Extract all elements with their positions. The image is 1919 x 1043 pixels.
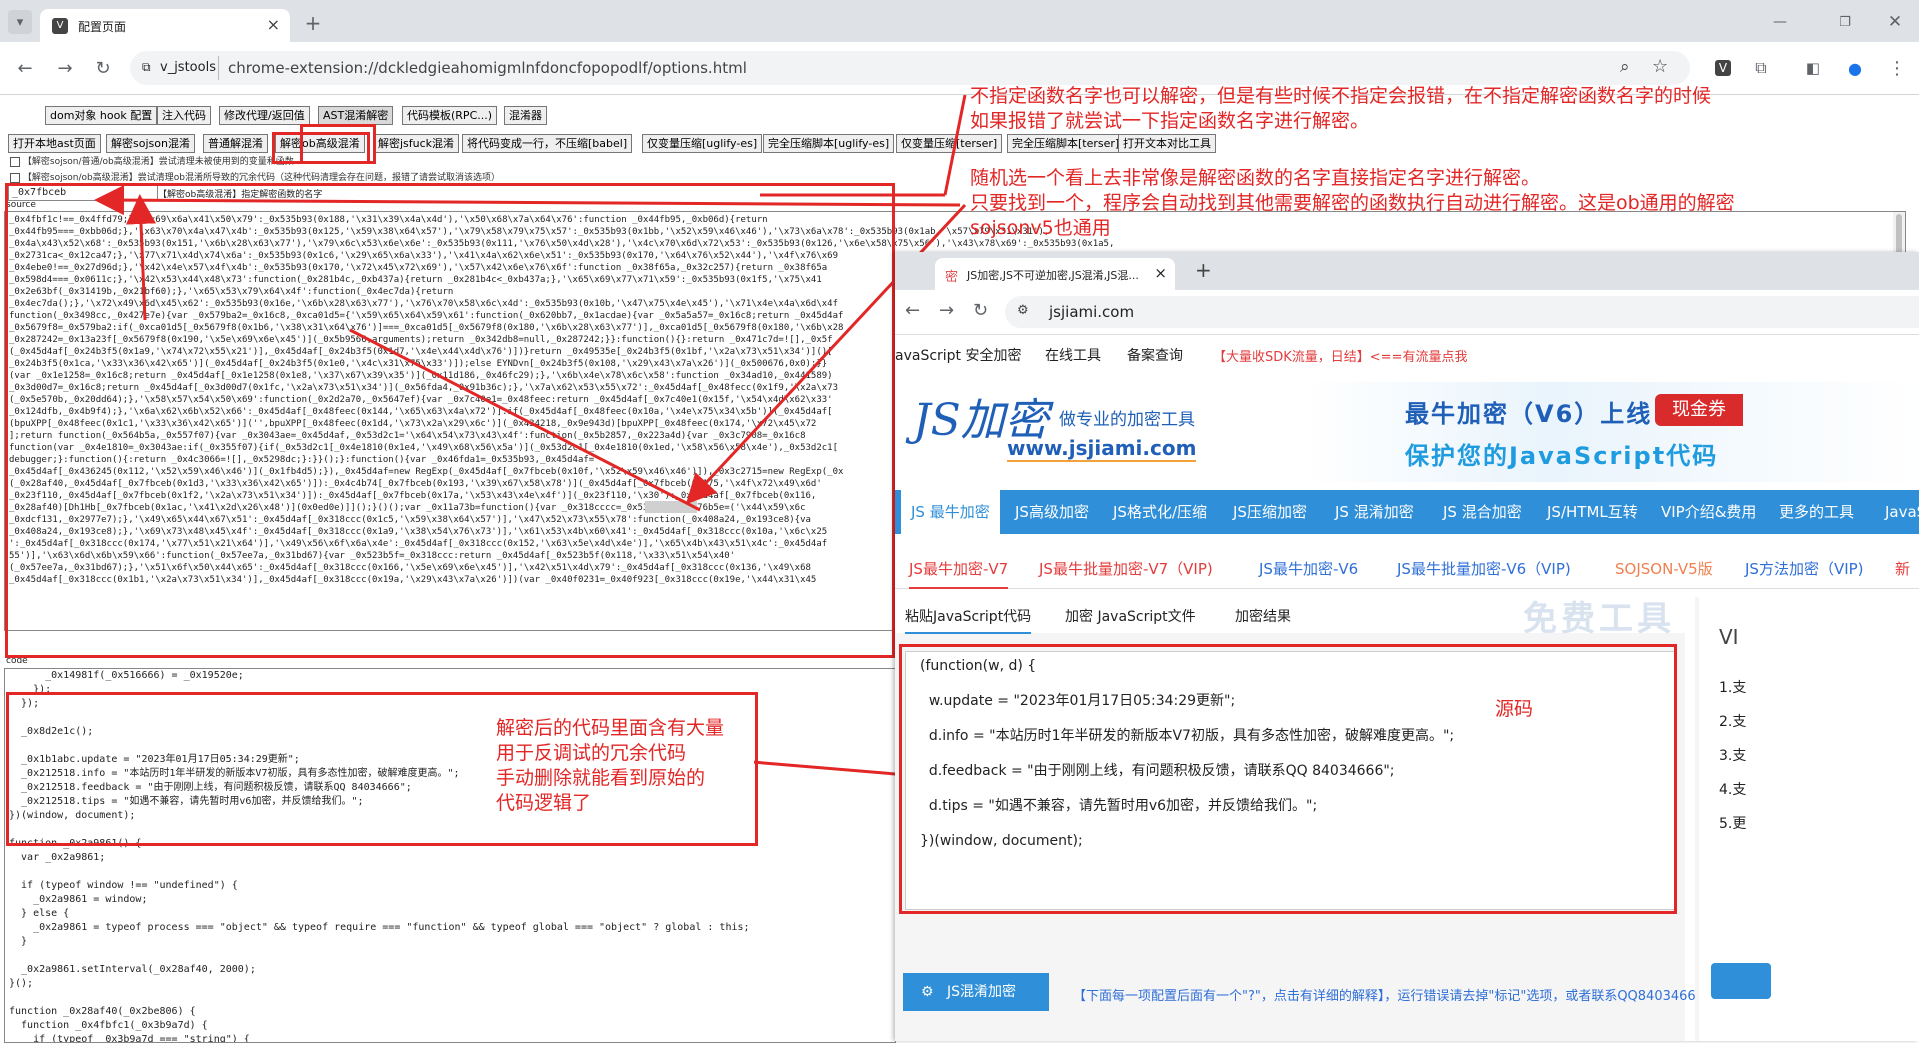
side-item: 4.支 xyxy=(1719,782,1747,798)
arrow-to-input xyxy=(94,185,961,216)
free-tools-watermark: 免费工具 xyxy=(1523,599,1675,639)
vip-side-card: VI 1.支 2.支 3.支 4.支 5.更 xyxy=(1695,597,1919,1041)
side-item: 1.支 xyxy=(1719,680,1747,696)
config-hint: 【下面每一项配置后面有一个"?"，点击有详细的解释】，运行错误请去掉"标记"选项… xyxy=(1073,989,1704,1004)
banner-subline: 保护您的JavaScript代码 xyxy=(1405,442,1719,470)
promo-link[interactable]: 【大量收SDK流量，日结】<==有流量点我 xyxy=(1213,346,1467,365)
top-link[interactable]: 在线工具 xyxy=(1045,345,1101,365)
gear-icon: ⚙ xyxy=(921,984,934,1000)
arrow-up xyxy=(126,194,156,321)
nav-item[interactable]: JS/HTML互转 xyxy=(1547,490,1638,534)
inner-tab[interactable]: 密 JS加密,JS不可逆加密,JS混淆,JS混... × xyxy=(935,258,1175,290)
inner-url: jsjiami.com xyxy=(1049,303,1135,321)
site-top-links: avaScript 安全加密 在线工具 备案查询 【大量收SDK流量，日结】<=… xyxy=(895,342,1919,368)
js-obfuscate-button[interactable]: ⚙ JS混淆加密 xyxy=(903,973,1049,1011)
site-nav: JS 最牛加密 JS高级加密 JS格式化/压缩 JS压缩加密 JS 混淆加密 JS 混合加… xyxy=(895,490,1919,534)
nav-item[interactable]: JS 最牛加密 xyxy=(901,490,1000,534)
mode-tab[interactable]: SOJSON-V5版 xyxy=(1615,558,1713,579)
highlight-box-original-source xyxy=(899,644,1677,914)
side-action-button[interactable] xyxy=(1711,963,1771,999)
nav-item[interactable]: JS 混淆加密 xyxy=(1335,490,1414,534)
arrow-line xyxy=(349,328,701,512)
side-title: VI xyxy=(1719,625,1739,649)
nav-item[interactable]: JavaS xyxy=(1885,490,1919,534)
nav-item[interactable]: JS 混合加密 xyxy=(1443,490,1522,534)
encrypt-mode-tabs: JS最牛加密-V7 JS最牛批量加密-V7（VIP) JS最牛加密-V6 JS最牛批量… xyxy=(895,548,1919,589)
nav-item[interactable]: JS高级加密 xyxy=(1015,490,1089,534)
inner-toolbar: ← → ↻ ⚙ jsjiami.com xyxy=(895,290,1919,335)
arrow-line-2 xyxy=(943,94,967,196)
inner-address-bar[interactable]: ⚙ jsjiami.com xyxy=(1005,296,1919,328)
tab-encrypt-file[interactable]: 加密 JavaScript文件 xyxy=(1065,606,1196,626)
annotation-source: 源码 xyxy=(1495,698,1534,720)
nav-item[interactable]: 更多的工具 xyxy=(1779,490,1854,534)
logo-slogan: 做专业的加密工具 xyxy=(1059,410,1195,430)
jsjiami-favicon-icon: 密 xyxy=(945,270,959,285)
nav-item[interactable]: JS格式化/压缩 xyxy=(1113,490,1207,534)
reload-icon[interactable]: ↻ xyxy=(973,300,988,321)
logo-url: www.jsjiami.com xyxy=(1007,436,1197,462)
mode-tab[interactable]: 新 xyxy=(1895,558,1910,579)
panel-tabs: 粘贴JavaScript代码 加密 JavaScript文件 加密结果 免费工具 xyxy=(895,597,1685,639)
forward-icon[interactable]: → xyxy=(939,300,954,321)
new-tab-icon[interactable]: + xyxy=(1195,258,1212,282)
inner-tab-title: JS加密,JS不可逆加密,JS混淆,JS混... xyxy=(967,269,1139,282)
top-link[interactable]: avaScript 安全加密 xyxy=(895,345,1022,365)
mode-tab[interactable]: JS最牛批量加密-V7（VIP) xyxy=(1039,558,1213,579)
coupon-badge[interactable]: 现金券 xyxy=(1655,394,1743,426)
inner-tab-strip: 密 JS加密,JS不可逆加密,JS混淆,JS混... × + xyxy=(895,252,1919,290)
nav-item[interactable]: VIP介绍&费用 xyxy=(1661,490,1756,534)
nav-item[interactable]: JS压缩加密 xyxy=(1233,490,1307,534)
annotation-middle: 随机选一个看上去非常像是解密函数的名字直接指定名字进行解密。 只要找到一个，程序… xyxy=(970,167,1735,239)
close-icon[interactable]: × xyxy=(1154,264,1167,282)
encrypt-panel: 粘贴JavaScript代码 加密 JavaScript文件 加密结果 免费工具… xyxy=(895,597,1704,1041)
jsjiami-browser-window: 密 JS加密,JS不可逆加密,JS混淆,JS混... × + ← → ↻ ⚙ j… xyxy=(895,252,1919,1041)
site-settings-icon[interactable]: ⚙ xyxy=(1017,303,1029,318)
back-icon[interactable]: ← xyxy=(905,300,920,321)
side-item: 5.更 xyxy=(1719,816,1747,832)
side-item: 2.支 xyxy=(1719,714,1747,730)
mode-tab[interactable]: JS方法加密（VIP) xyxy=(1745,558,1864,579)
site-banner: JS加密 做专业的加密工具 www.jsjiami.com 最牛加密（V6）上线… xyxy=(895,372,1919,482)
mode-tab[interactable]: JS最牛批量加密-V6（VIP) xyxy=(1397,558,1571,579)
annotation-top: 不指定函数名字也可以解密，但是有些时候不指定会报错，在不指定解密函数名字的时候 … xyxy=(970,85,1712,132)
annotation-bottom: 解密后的代码里面含有大量 用于反调试的冗余代码 手动删除就能看到原始的 代码逻辑… xyxy=(496,717,725,814)
mode-tab[interactable]: JS最牛加密-V6 xyxy=(1259,558,1358,579)
mode-tab[interactable]: JS最牛加密-V7 xyxy=(909,558,1009,589)
tab-paste-code[interactable]: 粘贴JavaScript代码 xyxy=(905,606,1032,634)
side-card-body: VI 1.支 2.支 3.支 4.支 5.更 xyxy=(1699,597,1919,1041)
side-item: 3.支 xyxy=(1719,748,1747,764)
banner-headline: 最牛加密（V6）上线 xyxy=(1405,400,1653,428)
top-link[interactable]: 备案查询 xyxy=(1127,345,1183,365)
button-label: JS混淆加密 xyxy=(947,984,1017,1000)
banner-ad[interactable]: 最牛加密（V6）上线 现金券 保护您的JavaScript代码 xyxy=(1305,382,1919,482)
tab-encrypt-result[interactable]: 加密结果 xyxy=(1235,606,1291,626)
